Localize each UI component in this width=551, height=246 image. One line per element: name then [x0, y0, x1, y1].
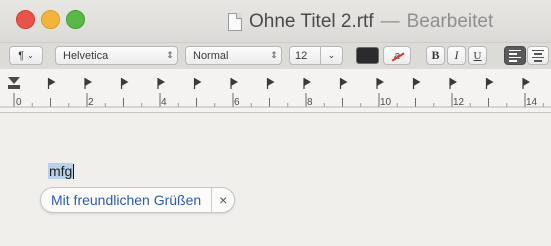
- font-style-select[interactable]: Normal ⇕: [185, 46, 282, 65]
- ruler-label: 12: [453, 97, 465, 108]
- italic-button[interactable]: I: [447, 46, 466, 65]
- align-left-icon: [509, 49, 521, 62]
- selected-word: mfg: [48, 163, 74, 179]
- title-bar[interactable]: Ohne Titel 2.rtf — Bearbeitet: [0, 0, 551, 42]
- document-text-area[interactable]: mfg Mit freundlichen Grüßen ×: [0, 113, 551, 246]
- font-size-dropdown[interactable]: ⌄: [321, 46, 343, 65]
- typed-text: mfg: [48, 163, 75, 179]
- ruler-label: 0: [16, 97, 22, 108]
- zoom-window-button[interactable]: [66, 10, 85, 29]
- updown-arrows-icon: ⇕: [166, 50, 174, 60]
- edited-status: Bearbeitet: [406, 11, 494, 32]
- font-family-select[interactable]: Helvetica ⇕: [55, 46, 178, 65]
- updown-arrows-icon: ⇕: [270, 50, 278, 60]
- font-family-value: Helvetica: [63, 49, 109, 62]
- ruler-ticks: [0, 77, 551, 108]
- align-center-button[interactable]: [527, 46, 549, 65]
- align-center-icon: [532, 49, 544, 62]
- font-size-field[interactable]: 12: [289, 46, 321, 65]
- align-left-button[interactable]: [504, 46, 526, 65]
- close-icon[interactable]: ×: [212, 192, 234, 208]
- text-caret: [73, 163, 75, 179]
- minimize-window-button[interactable]: [41, 10, 60, 29]
- title-separator: —: [380, 11, 400, 32]
- ruler-label: 4: [161, 97, 167, 108]
- font-style-value: Normal: [193, 49, 229, 62]
- textedit-window: Ohne Titel 2.rtf — Bearbeitet ¶ ⌄ Helvet…: [0, 0, 551, 246]
- ruler[interactable]: 0 2 4 6 8 10 12 14: [0, 69, 551, 113]
- paragraph-style-button[interactable]: ¶ ⌄: [9, 46, 43, 65]
- chevron-down-icon: ⌄: [327, 50, 336, 60]
- autocorrect-suggestion[interactable]: Mit freundlichen Grüßen: [41, 192, 211, 208]
- highlight-color-button[interactable]: a: [383, 46, 411, 65]
- ruler-label: 10: [380, 97, 392, 108]
- chevron-down-icon: ⌄: [27, 51, 34, 60]
- document-icon: [228, 13, 242, 31]
- autocorrect-bubble: Mit freundlichen Grüßen ×: [40, 187, 236, 213]
- font-size-value: 12: [295, 49, 308, 62]
- ruler-label: 6: [234, 97, 240, 108]
- ruler-label: 2: [88, 97, 94, 108]
- ruler-label: 8: [307, 97, 313, 108]
- text-color-well[interactable]: [356, 47, 379, 64]
- bold-button[interactable]: B: [426, 46, 445, 65]
- paragraph-icon: ¶: [18, 49, 25, 62]
- close-window-button[interactable]: [16, 10, 35, 29]
- document-title: Ohne Titel 2.rtf: [249, 11, 374, 32]
- format-toolbar: ¶ ⌄ Helvetica ⇕ Normal ⇕ 12 ⌄ a B I U: [0, 42, 551, 69]
- window-title: Ohne Titel 2.rtf — Bearbeitet: [228, 11, 493, 33]
- underline-button[interactable]: U: [468, 46, 487, 65]
- ruler-label: 14: [526, 97, 538, 108]
